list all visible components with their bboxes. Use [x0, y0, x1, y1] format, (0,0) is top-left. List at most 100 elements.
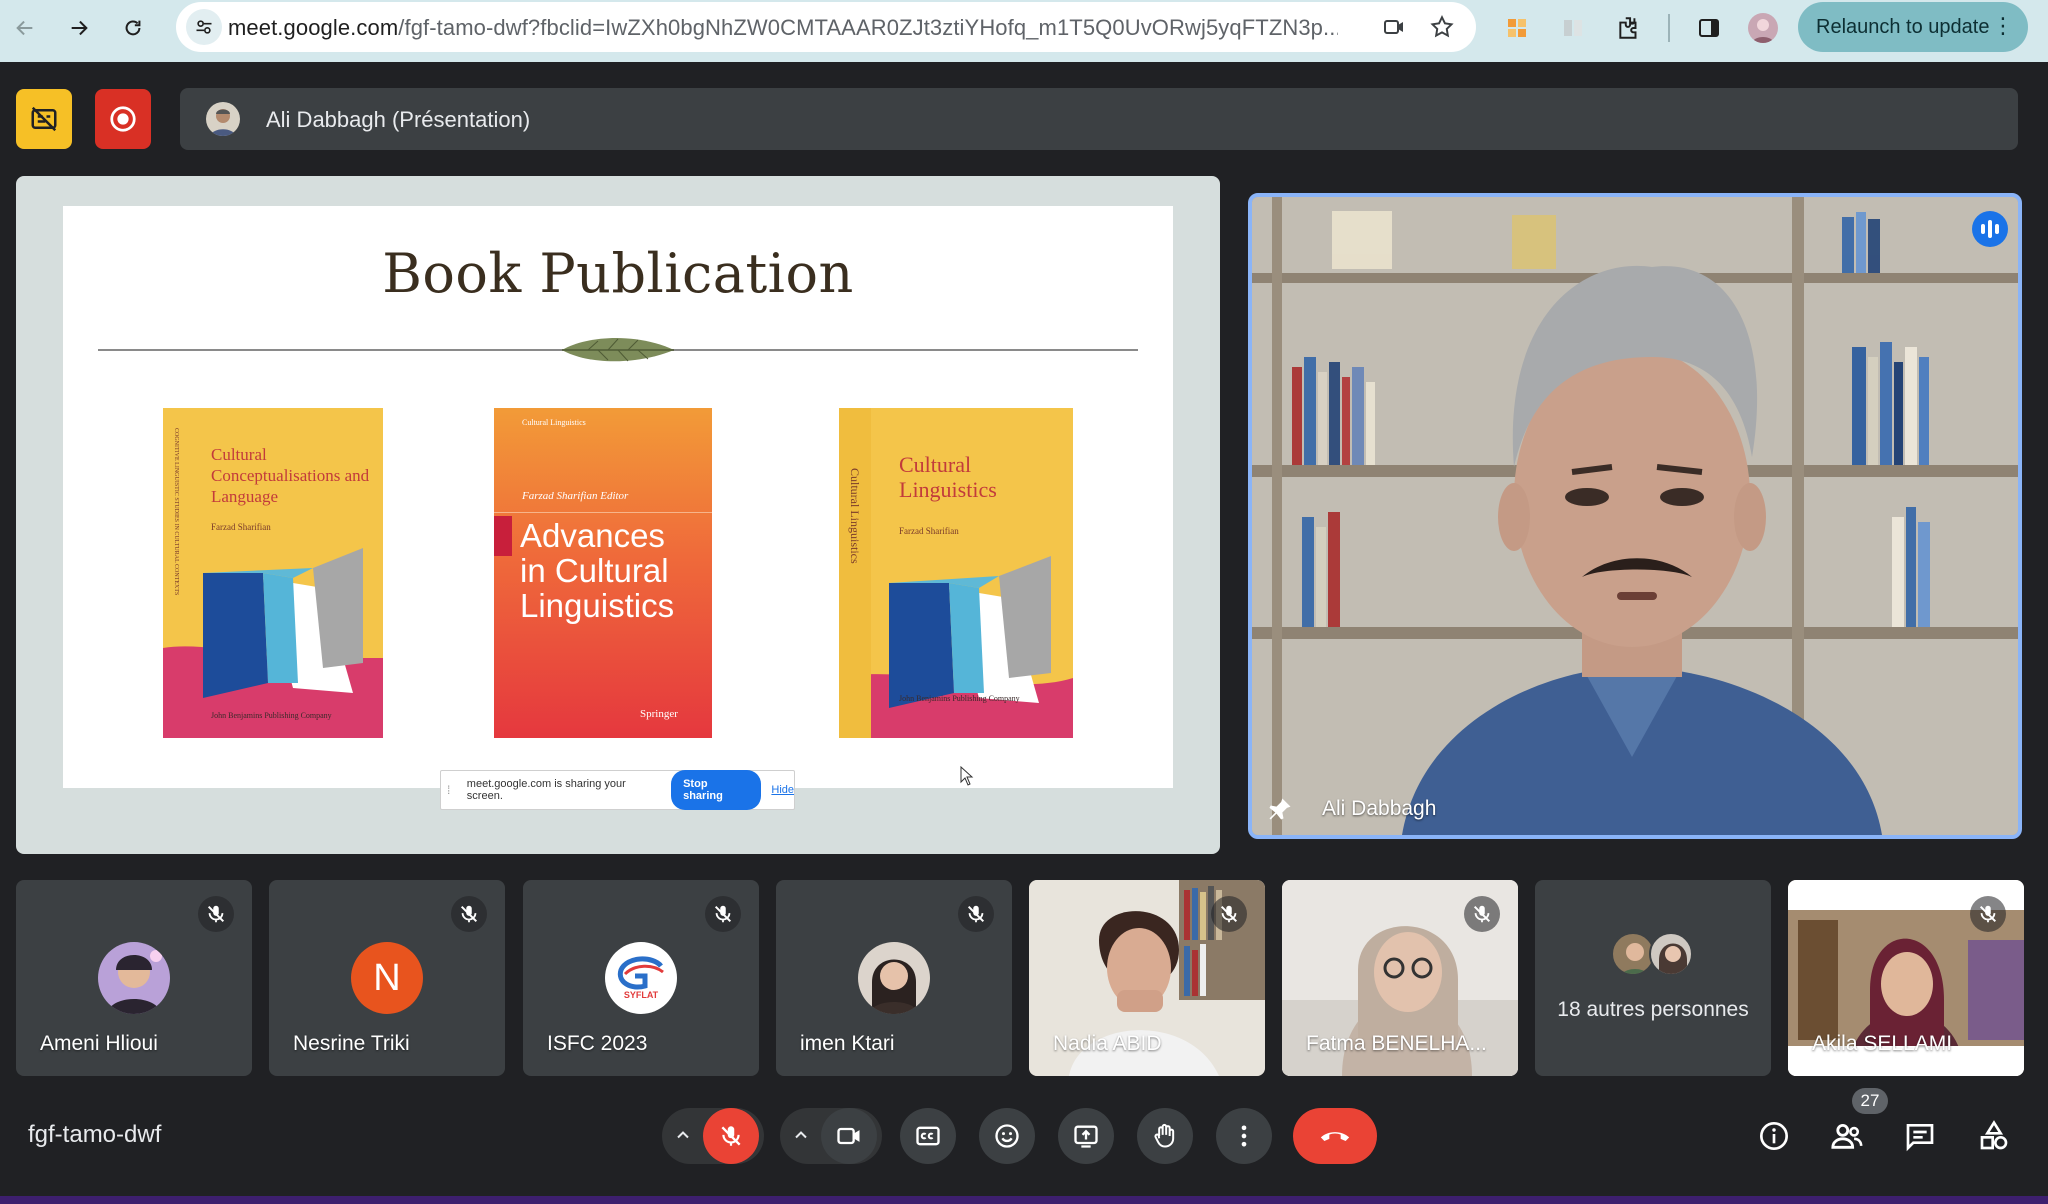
back-icon[interactable] [10, 13, 40, 43]
toolbar-separator [1668, 14, 1670, 42]
participant-initial-avatar: N [351, 942, 423, 1014]
book-2-title: Advances in Cultural Linguistics [520, 517, 675, 624]
site-info-icon[interactable] [186, 9, 222, 45]
recording-indicator-button[interactable] [95, 89, 151, 149]
activities-button[interactable] [1974, 1116, 2014, 1156]
participant-avatar [858, 942, 930, 1014]
camera-in-use-icon[interactable] [1380, 13, 1408, 41]
hide-notice-link[interactable]: Hide [771, 784, 794, 796]
video-options-chevron-up-icon[interactable] [788, 1122, 814, 1148]
book-2-editor: Farzad Sharifian Editor [522, 490, 629, 502]
side-panel-icon[interactable] [1694, 13, 1724, 43]
mic-off-icon [1211, 896, 1247, 932]
mic-off-icon [721, 1126, 741, 1146]
extension-reader-icon[interactable] [1558, 13, 1588, 43]
participant-name: Nadia ABID [1053, 1032, 1162, 1055]
participant-tile[interactable]: Nadia ABID [1029, 880, 1265, 1076]
other-participant-avatar [1649, 932, 1693, 976]
leave-call-button[interactable] [1293, 1108, 1377, 1164]
meeting-details-button[interactable] [1754, 1116, 1794, 1156]
relaunch-to-update-button[interactable]: Relaunch to update ⋮ [1798, 2, 2028, 52]
presenter-avatar [206, 102, 240, 136]
present-screen-icon [1074, 1125, 1098, 1148]
participant-name: Akila SELLAMI [1812, 1032, 1953, 1055]
presentation-stage[interactable]: Book Publication Cultural Conceptualisat… [16, 176, 1220, 854]
video-camera-icon [837, 1127, 860, 1145]
emoji-icon [995, 1124, 1019, 1148]
participant-avatar [98, 942, 170, 1014]
participant-tile[interactable]: SYFLAT ISFC 2023 [523, 880, 759, 1076]
present-screen-button[interactable] [1058, 1108, 1114, 1164]
window-bottom-edge [0, 1196, 2048, 1204]
participant-name: Nesrine Triki [293, 1032, 410, 1055]
chat-icon [1906, 1124, 1934, 1152]
mic-off-icon [451, 896, 487, 932]
activities-shapes-icon [1980, 1120, 2008, 1150]
forward-icon[interactable] [64, 13, 94, 43]
participant-tile[interactable]: Fatma BENELHA... [1282, 880, 1518, 1076]
speaker-video [1252, 197, 2018, 835]
raise-hand-button[interactable] [1137, 1108, 1193, 1164]
people-panel-button[interactable] [1827, 1116, 1867, 1156]
participant-name: ISFC 2023 [547, 1032, 648, 1055]
participant-name: Ameni Hlioui [40, 1032, 158, 1055]
mic-off-icon [1970, 896, 2006, 932]
book-2-publisher: Springer [640, 708, 678, 720]
more-vert-icon [1241, 1125, 1247, 1147]
participant-tile[interactable]: N Nesrine Triki [269, 880, 505, 1076]
captions-off-indicator-button[interactable] [16, 89, 72, 149]
stop-sharing-button[interactable]: Stop sharing [671, 770, 762, 810]
pin-icon[interactable] [1266, 795, 1294, 823]
camera-toggle-button[interactable] [821, 1108, 877, 1164]
browser-menu-icon[interactable]: ⋮ [1992, 13, 2014, 39]
meeting-code: fgf-tamo-dwf [28, 1121, 162, 1148]
participant-name: imen Ktari [800, 1032, 895, 1055]
profile-avatar[interactable] [1748, 13, 1778, 43]
closed-captions-icon [916, 1126, 940, 1146]
participant-count-badge: 27 [1852, 1088, 1888, 1114]
screen-share-notice: ⁞ meet.google.com is sharing your screen… [440, 770, 795, 810]
share-notice-message: meet.google.com is sharing your screen. [466, 778, 626, 802]
captions-button[interactable] [900, 1108, 956, 1164]
book-2-rule [494, 512, 712, 513]
mic-off-icon [958, 896, 994, 932]
mic-off-icon [198, 896, 234, 932]
slide-title: Book Publication [382, 242, 854, 305]
more-options-button[interactable] [1216, 1108, 1272, 1164]
book-cover-cultural-conceptualisations: Cultural Conceptualisations and Language… [163, 408, 383, 738]
reload-icon[interactable] [118, 13, 148, 43]
others-count-label: 18 autres personnes [1557, 998, 1749, 1021]
participant-name: Fatma BENELHA... [1306, 1032, 1487, 1055]
presenter-banner: Ali Dabbagh (Présentation) [180, 88, 2018, 150]
participant-tile[interactable]: Akila SELLAMI [1788, 880, 2024, 1076]
drag-handle-icon[interactable]: ⁞ [447, 783, 461, 797]
bookmark-star-icon[interactable] [1428, 13, 1456, 41]
presenter-title: Ali Dabbagh (Présentation) [266, 107, 531, 132]
address-bar[interactable]: meet.google.com/fgf-tamo-dwf?fbclid=IwZX… [176, 2, 1476, 52]
url-text: meet.google.com/fgf-tamo-dwf?fbclid=IwZX… [228, 15, 1338, 40]
book-3-spine: Cultural Linguistics [848, 468, 862, 564]
mic-off-icon [1464, 896, 1500, 932]
book-1-publisher: John Benjamins Publishing Company [211, 711, 332, 720]
book-cover-advances-in-cultural-linguistics: Cultural Linguistics Farzad Sharifian Ed… [494, 408, 712, 738]
reactions-button[interactable] [979, 1108, 1035, 1164]
people-icon [1831, 1123, 1863, 1149]
chat-button[interactable] [1900, 1116, 1940, 1156]
others-tile[interactable]: 18 autres personnes [1535, 880, 1771, 1076]
syflat-logo-text: SYFLAT [623, 990, 659, 1000]
extensions-puzzle-icon[interactable] [1614, 13, 1644, 43]
book-3-publisher: John Benjamins Publishing Company [899, 694, 1020, 703]
speaker-video-tile[interactable]: Ali Dabbagh [1248, 193, 2022, 839]
book-3-title: Cultural Linguistics [899, 452, 997, 502]
book-1-spine: COGNITIVE LINGUISTIC STUDIES IN CULTURAL… [173, 428, 179, 596]
book-1-author: Farzad Sharifian [211, 522, 271, 532]
extension-orange-icon[interactable] [1502, 13, 1532, 43]
participant-tile[interactable]: Ameni Hlioui [16, 880, 252, 1076]
book-cover-cultural-linguistics: Cultural Linguistics Farzad Sharifian Jo… [839, 408, 1073, 738]
participant-tile[interactable]: imen Ktari [776, 880, 1012, 1076]
audio-options-chevron-up-icon[interactable] [670, 1122, 696, 1148]
raise-hand-icon [1154, 1124, 1175, 1148]
browser-toolbar: meet.google.com/fgf-tamo-dwf?fbclid=IwZX… [0, 0, 2048, 62]
microphone-toggle-button[interactable] [703, 1108, 759, 1164]
syflat-logo-icon [617, 956, 664, 990]
